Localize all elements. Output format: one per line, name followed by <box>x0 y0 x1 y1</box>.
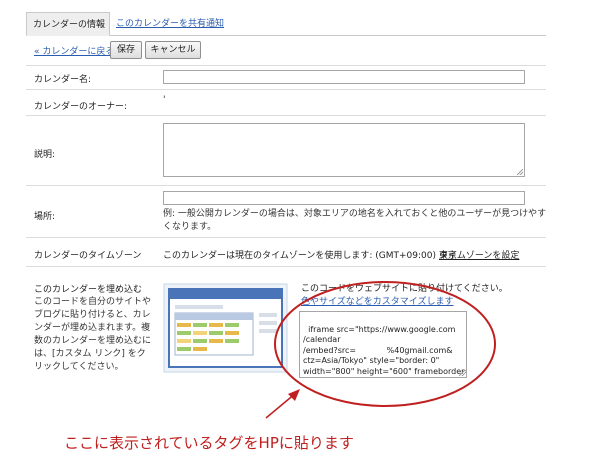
annotation-arrowhead-icon <box>288 389 300 401</box>
calendar-name-label: カレンダー名: <box>34 75 92 85</box>
description-label: 説明: <box>34 150 56 160</box>
tab-calendar-info[interactable]: カレンダーの情報 <box>26 12 110 36</box>
calendar-name-input[interactable] <box>163 70 525 84</box>
divider <box>26 237 546 238</box>
resize-grip-icon[interactable] <box>459 370 465 376</box>
calendar-owner-label: カレンダーのオーナー: <box>34 102 128 112</box>
back-to-calendar-link[interactable]: « カレンダーに戻る <box>34 44 114 57</box>
divider <box>26 89 546 90</box>
annotation-arrow-line <box>265 392 297 419</box>
embed-description: このコードを自分のサイトやブログに貼り付けると、カレンダーが埋め込まれます。複数… <box>34 297 152 372</box>
embed-title: このカレンダーを埋め込む <box>34 285 143 295</box>
resize-grip-icon[interactable] <box>517 169 523 175</box>
calendar-owner-value: ' <box>163 95 166 105</box>
cancel-button[interactable]: キャンセル <box>145 41 201 59</box>
embed-instruction: このコードをウェブサイトに貼り付けてください。 <box>301 284 508 294</box>
tab-bar: カレンダーの情報 このカレンダーを共有 通知 <box>26 12 546 36</box>
embed-code-text: iframe src="https://www.google.com /cale… <box>303 324 466 376</box>
customize-link[interactable]: 色やサイズなどをカスタマイズします <box>301 294 453 307</box>
tab-share-calendar[interactable]: このカレンダーを共有 <box>116 12 206 36</box>
location-label: 場所: <box>34 212 56 222</box>
set-timezone-link[interactable]: タイムゾーンを設定 <box>439 248 519 261</box>
divider <box>26 266 546 267</box>
save-button[interactable]: 保存 <box>110 41 142 59</box>
tab-notifications[interactable]: 通知 <box>206 12 224 36</box>
divider <box>26 185 546 186</box>
location-input[interactable] <box>163 191 525 205</box>
divider <box>26 65 546 66</box>
calendar-preview-image <box>163 283 288 373</box>
timezone-text: このカレンダーは現在のタイムゾーンを使用します: (GMT+09:00) 東京 <box>163 251 457 261</box>
divider <box>26 115 546 116</box>
location-hint: 例: 一般公開カレンダーの場合は、対象エリアの地名を入れておくと他のユーザーが見… <box>163 209 547 232</box>
embed-code-textarea[interactable]: iframe src="https://www.google.com /cale… <box>299 311 467 378</box>
annotation-text: ここに表示されているタグをHPに貼ります <box>64 434 354 452</box>
description-textarea[interactable] <box>163 123 525 177</box>
timezone-label: カレンダーのタイムゾーン <box>34 251 142 261</box>
